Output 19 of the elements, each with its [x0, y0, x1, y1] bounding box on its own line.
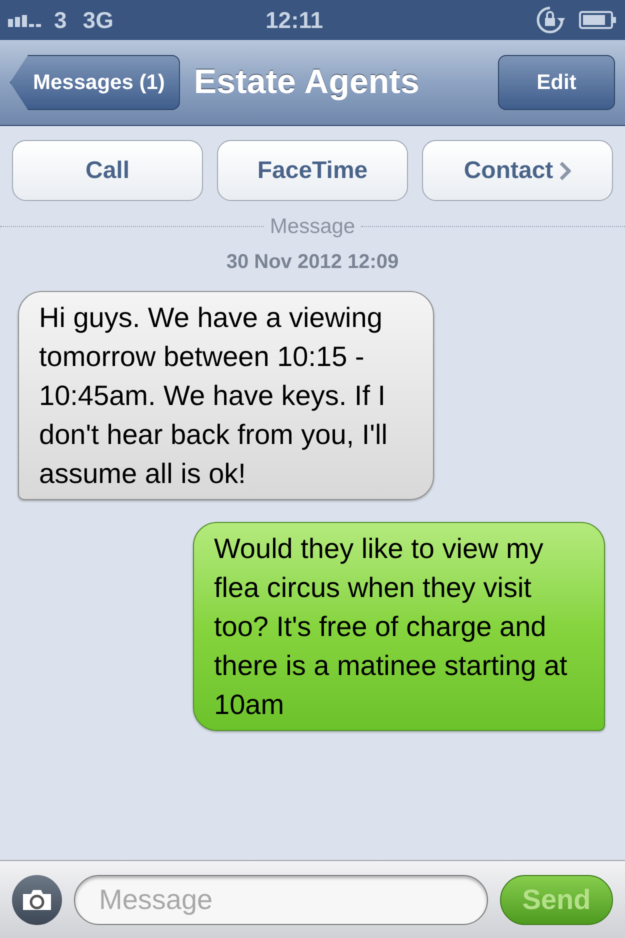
conversation-title: Estate Agents: [194, 62, 420, 103]
message-text: Would they like to view my flea circus when they visit too? It's free of charge and there is a matinee starting at 10am: [214, 532, 568, 722]
chevron-right-icon: [559, 160, 572, 180]
status-time: 12:11: [265, 6, 324, 35]
action-button[interactable]: FaceTime: [217, 140, 408, 201]
message-timestamp: 30 Nov 2012 12:09: [226, 250, 399, 274]
carrier-name: 3: [54, 6, 67, 35]
message-input[interactable]: Message: [74, 874, 488, 924]
action-button[interactable]: Call: [12, 140, 203, 201]
camera-icon: [21, 888, 53, 912]
message-text: Hi guys. We have a viewing tomorrow between 10:15 - 10:45am. We have keys. If I don't hear back from you, I'll assume all is ok!: [39, 300, 388, 490]
edit-button[interactable]: Edit: [498, 55, 615, 110]
action-button[interactable]: Contact: [422, 140, 613, 201]
network-type: 3G: [82, 6, 114, 35]
camera-button[interactable]: [12, 874, 62, 924]
service-label: Message: [268, 214, 356, 240]
battery-icon: [579, 10, 617, 30]
back-button[interactable]: Messages (1): [10, 55, 180, 110]
rotation-lock-icon: [535, 5, 565, 35]
